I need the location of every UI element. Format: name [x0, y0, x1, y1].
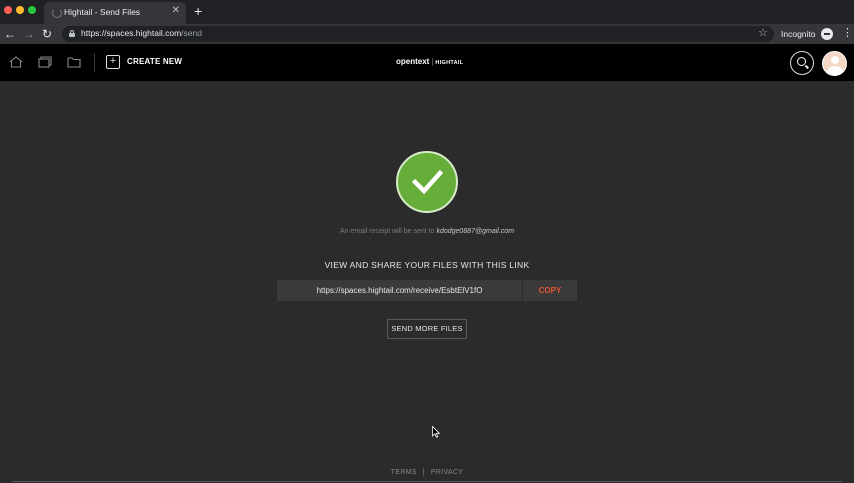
- browser-tab-strip: Hightail - Send Files ✕ +: [0, 0, 854, 24]
- new-tab-button[interactable]: +: [194, 2, 202, 20]
- success-check-icon: [396, 151, 458, 213]
- bookmark-star-icon[interactable]: ☆: [758, 26, 768, 39]
- window-maximize-button[interactable]: [28, 6, 36, 14]
- search-button[interactable]: [790, 51, 814, 75]
- logo-brand: opentext: [396, 57, 430, 66]
- footer-separator: |: [422, 469, 425, 476]
- header-divider: [94, 53, 95, 72]
- receipt-prefix: An email receipt will be sent to: [339, 228, 435, 235]
- loading-spinner-icon: [52, 8, 62, 18]
- url-text[interactable]: https://spaces.hightail.com/send: [81, 28, 202, 38]
- footer: TERMS | PRIVACY: [0, 469, 854, 476]
- opentext-hightail-logo: opentext | HIGHTAIL: [396, 57, 464, 66]
- receipt-email: kdodge0887@gmail.com: [436, 228, 515, 235]
- mouse-cursor-icon: [432, 426, 440, 438]
- bottom-divider: [12, 481, 842, 482]
- tab-close-icon[interactable]: ✕: [172, 5, 180, 16]
- share-link-box: https://spaces.hightail.com/receive/Esbt…: [277, 280, 577, 301]
- share-link-field[interactable]: https://spaces.hightail.com/receive/Esbt…: [277, 280, 522, 301]
- address-bar[interactable]: https://spaces.hightail.com/send ☆: [62, 26, 774, 42]
- windows-icon[interactable]: [38, 56, 52, 68]
- forward-arrow-icon[interactable]: →: [23, 26, 35, 42]
- terms-link[interactable]: TERMS: [391, 469, 417, 476]
- back-arrow-icon[interactable]: ←: [4, 26, 16, 42]
- lock-icon: [69, 30, 75, 37]
- window-minimize-button[interactable]: [16, 6, 24, 14]
- create-new-button[interactable]: CREATE NEW: [127, 57, 182, 66]
- tab-title: Hightail - Send Files: [64, 7, 141, 17]
- url-host: https://spaces.hightail.com: [81, 28, 182, 38]
- logo-product: HIGHTAIL: [435, 60, 464, 66]
- browser-tab[interactable]: Hightail - Send Files ✕: [44, 2, 186, 24]
- email-receipt-note: An email receipt will be sent to kdodge0…: [0, 228, 854, 235]
- user-avatar[interactable]: [822, 51, 847, 76]
- window-close-button[interactable]: [4, 6, 12, 14]
- incognito-label: Incognito: [781, 29, 816, 39]
- url-path: /send: [181, 28, 202, 38]
- app-header: + CREATE NEW opentext | HIGHTAIL: [0, 44, 854, 81]
- home-icon[interactable]: [9, 56, 23, 68]
- folder-icon[interactable]: [67, 56, 81, 68]
- create-new-plus-icon[interactable]: +: [106, 55, 120, 69]
- browser-toolbar: ← → ↻ https://spaces.hightail.com/send ☆…: [0, 24, 854, 44]
- share-heading: VIEW AND SHARE YOUR FILES WITH THIS LINK: [324, 260, 530, 270]
- copy-link-button[interactable]: COPY: [523, 280, 577, 301]
- browser-menu-icon[interactable]: ⋮: [842, 26, 853, 40]
- incognito-icon[interactable]: [821, 28, 833, 40]
- send-more-files-button[interactable]: SEND MORE FILES: [387, 319, 467, 339]
- reload-icon[interactable]: ↻: [42, 26, 52, 42]
- privacy-link[interactable]: PRIVACY: [431, 469, 463, 476]
